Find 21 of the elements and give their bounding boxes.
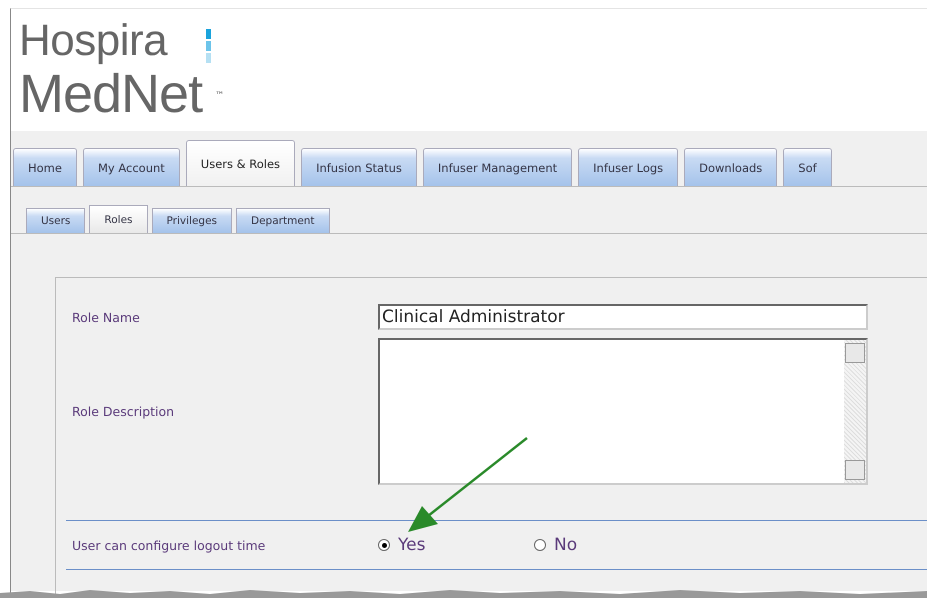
sub-tab[interactable]: Privileges: [152, 208, 232, 233]
field-label: User can configure logout time: [72, 538, 266, 552]
nav-tab[interactable]: Users & Roles: [186, 140, 296, 186]
sub-tab[interactable]: Department: [236, 208, 330, 233]
nav-tab[interactable]: Infuser Management: [422, 148, 572, 186]
nav-tab[interactable]: Home: [13, 148, 77, 186]
radio-option[interactable]: Yes: [378, 535, 534, 555]
nav-tab[interactable]: Infusion Status: [301, 148, 417, 186]
role-name-field[interactable]: Clinical Administrator: [378, 304, 868, 330]
scrollbar[interactable]: [844, 340, 866, 482]
sub-tab[interactable]: Users: [26, 208, 86, 233]
role-description-field[interactable]: [378, 338, 868, 484]
nav-tab[interactable]: Infuser Logs: [578, 148, 678, 186]
field-label: Role Description: [72, 404, 176, 418]
logo: Hospira MedNet ™: [18, 15, 226, 126]
radio-option[interactable]: No: [534, 535, 690, 555]
field-label: Role Name: [72, 310, 141, 324]
nav-tab[interactable]: Downloads: [684, 148, 778, 186]
nav-tab[interactable]: Sof: [783, 148, 832, 186]
sub-tab[interactable]: Roles: [89, 205, 148, 233]
nav-tab[interactable]: My Account: [82, 148, 180, 186]
